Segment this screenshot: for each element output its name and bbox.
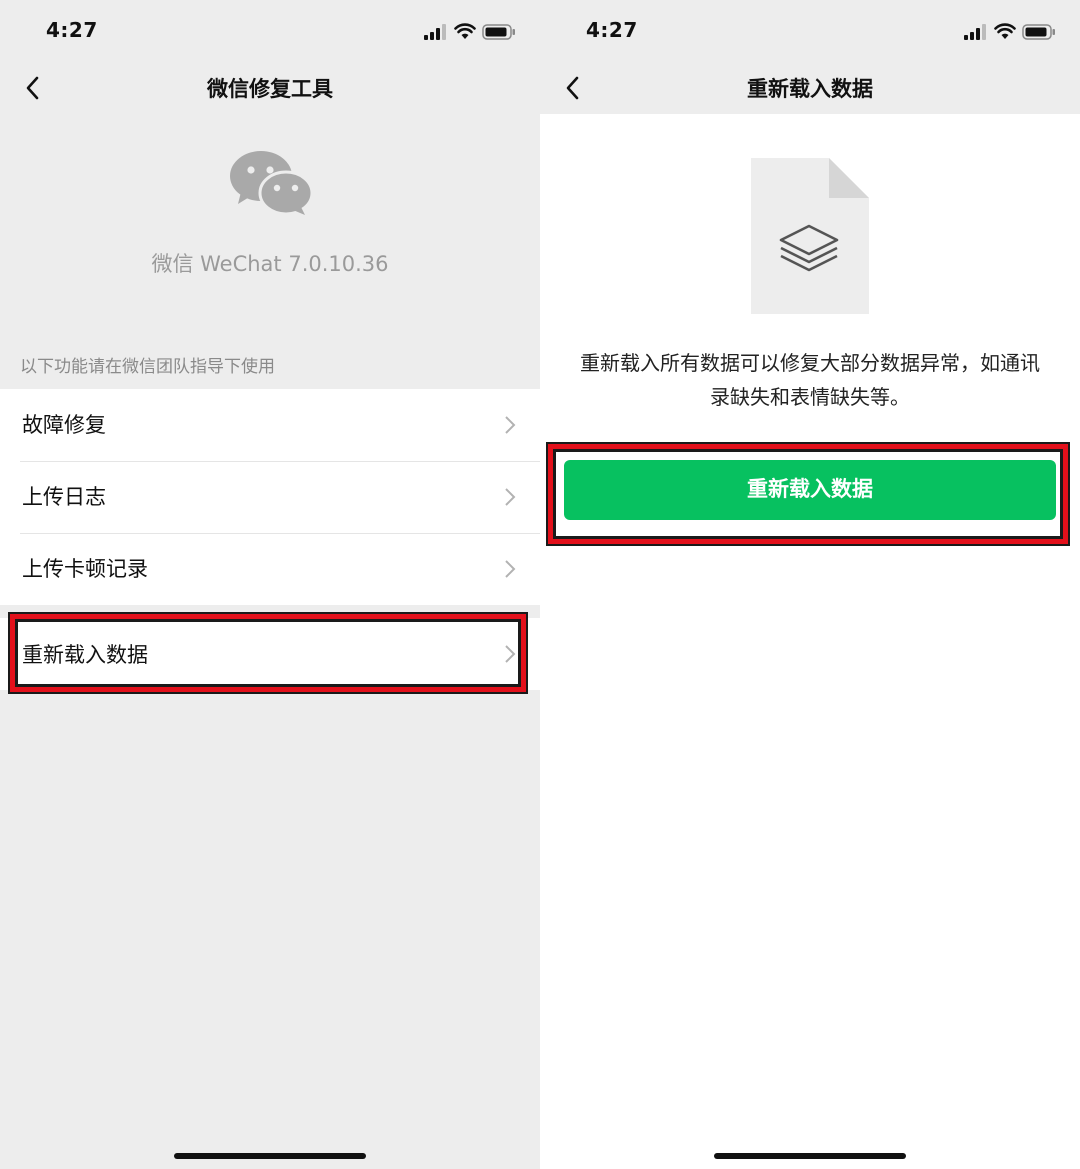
chevron-right-icon (505, 645, 516, 663)
wechat-logo-icon (230, 151, 313, 216)
reload-data-button[interactable]: 重新载入数据 (564, 460, 1056, 520)
status-bar: 4:27 (540, 0, 1080, 62)
menu-item-upload-log[interactable]: 上传日志 (0, 461, 540, 533)
signal-icon (424, 24, 446, 40)
home-indicator (174, 1153, 366, 1159)
status-icons (424, 22, 518, 42)
wifi-icon (994, 23, 1016, 39)
menu-item-label: 故障修复 (22, 413, 106, 437)
reload-data-screen: 4:27 重新载入数据 重新载入所有数据可以修复大部分数据异常，如通讯录缺失和表… (540, 0, 1080, 1169)
chevron-right-icon (505, 560, 516, 578)
app-version: 微信 WeChat 7.0.10.36 (151, 252, 389, 276)
file-layers-icon (751, 158, 869, 314)
page-title: 重新载入数据 (747, 77, 873, 101)
wifi-icon (454, 23, 476, 39)
signal-icon (964, 24, 986, 40)
page-title: 微信修复工具 (207, 77, 333, 101)
chevron-right-icon (505, 488, 516, 506)
status-time: 4:27 (46, 18, 98, 42)
reload-description: 重新载入所有数据可以修复大部分数据异常，如通讯录缺失和表情缺失等。 (580, 351, 1040, 409)
menu-item-upload-lag-record[interactable]: 上传卡顿记录 (0, 533, 540, 605)
status-bar: 4:27 (0, 0, 540, 62)
battery-icon (482, 24, 515, 40)
menu-item-label: 重新载入数据 (22, 643, 148, 667)
nav-bar: 重新载入数据 (540, 62, 1080, 114)
repair-tool-screen: 4:27 微信修复工具 微信 WeChat 7.0.10.36 以下功能请在微信… (0, 0, 540, 1169)
menu-item-reload-data[interactable]: 重新载入数据 (0, 618, 540, 690)
repair-menu: 故障修复 上传日志 上传卡顿记录 (0, 389, 540, 605)
menu-item-fault-repair[interactable]: 故障修复 (0, 389, 540, 461)
reload-content: 重新载入所有数据可以修复大部分数据异常，如通讯录缺失和表情缺失等。 重新载入数据 (540, 114, 1080, 1169)
home-indicator (714, 1153, 906, 1159)
menu-item-label: 上传卡顿记录 (22, 557, 148, 581)
section-hint: 以下功能请在微信团队指导下使用 (20, 357, 275, 377)
chevron-right-icon (505, 416, 516, 434)
nav-bar: 微信修复工具 (0, 62, 540, 114)
battery-icon (1022, 24, 1055, 40)
menu-item-label: 上传日志 (22, 485, 106, 509)
status-time: 4:27 (586, 18, 638, 42)
status-icons (964, 22, 1058, 42)
